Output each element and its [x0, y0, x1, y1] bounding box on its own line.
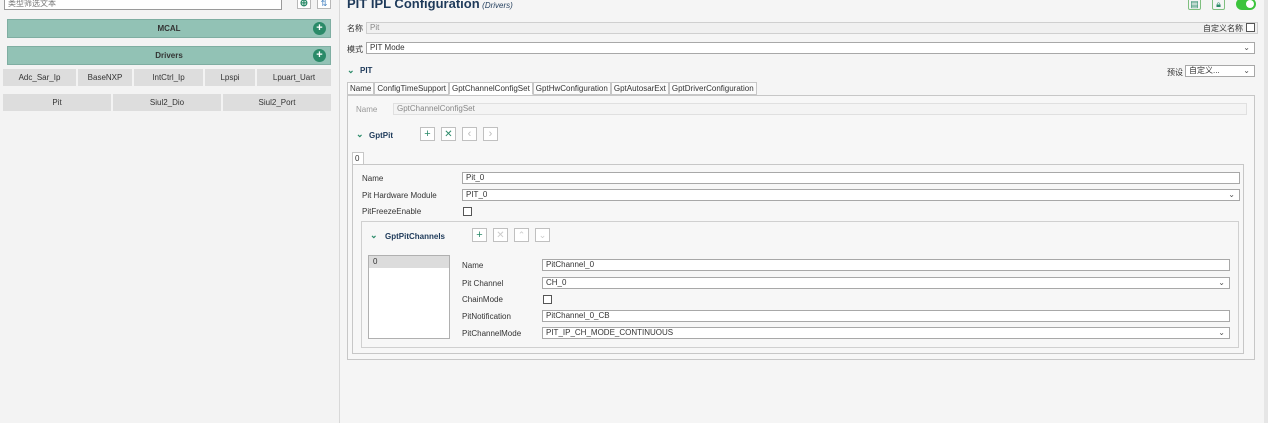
hw-module-value: PIT_0 [466, 190, 488, 199]
delete-icon[interactable]: ✕ [441, 127, 456, 141]
mode-label: 模式 [347, 45, 363, 54]
add-icon[interactable]: + [472, 228, 487, 242]
group-drivers-label: Drivers [155, 51, 183, 60]
chevron-down-icon: ⌄ [1218, 328, 1225, 337]
driver-item[interactable]: Adc_Sar_Ip [2, 68, 77, 87]
chain-mode-label: ChainMode [462, 295, 503, 304]
notification-field[interactable]: PitChannel_0_CB [542, 310, 1230, 322]
tab-gpt-channel-config-set[interactable]: GptChannelConfigSet [448, 82, 533, 95]
mode-select-value: PIT Mode [370, 43, 405, 52]
channel-mode-select[interactable]: PIT_IP_CH_MODE_CONTINUOUS ⌄ [542, 327, 1230, 339]
page-title-row: PIT IPL Configuration (Drivers) [347, 0, 513, 11]
next-icon[interactable]: › [483, 127, 498, 141]
section-pit-label: PIT [360, 66, 373, 75]
document-icon[interactable]: ▤ [1188, 0, 1201, 10]
left-panel: 类型筛选文本 ⊕ ⇅ MCAL + Drivers + Adc_Sar_Ip B… [0, 0, 340, 423]
driver-item[interactable]: Pit [2, 93, 112, 112]
chevron-down-icon: ⌄ [1243, 43, 1250, 52]
notification-label: PitNotification [462, 312, 511, 321]
tab-config-time-support[interactable]: ConfigTimeSupport [374, 82, 449, 95]
name-label: 名称 [347, 24, 363, 33]
channel-mode-label: PitChannelMode [462, 329, 522, 338]
toggle-knob [1246, 0, 1254, 8]
tab-gpt-driver-configuration[interactable]: GptDriverConfiguration [668, 82, 757, 95]
move-down-icon[interactable]: ⌄ [535, 228, 550, 242]
drivers-row-2: Pit Siul2_Dio Siul2_Port [2, 93, 332, 112]
type-filter-input[interactable]: 类型筛选文本 [4, 0, 282, 10]
page-title: PIT IPL Configuration [347, 0, 480, 11]
chevron-down-icon[interactable]: ⌄ [356, 129, 364, 140]
gptpitchannels-panel: ⌄ GptPitChannels + ✕ ⌃ ⌄ 0 Name PitChann… [361, 221, 1239, 348]
chevron-down-icon: ⌄ [1228, 190, 1235, 199]
tab-bar: Name ConfigTimeSupport GptChannelConfigS… [347, 82, 757, 95]
gptpit-item-panel: Name Pit_0 Pit Hardware Module PIT_0 ⌄ P… [352, 164, 1244, 354]
channel-list[interactable]: 0 [368, 255, 450, 339]
chevron-down-icon[interactable]: ⌄ [347, 65, 355, 76]
add-drivers-icon[interactable]: + [313, 49, 326, 62]
driver-item[interactable]: BaseNXP [77, 68, 133, 87]
pit-channel-value: CH_0 [546, 278, 567, 287]
hw-module-select[interactable]: PIT_0 ⌄ [462, 189, 1240, 201]
driver-item[interactable]: Siul2_Port [222, 93, 332, 112]
page-subtitle: (Drivers) [482, 1, 513, 10]
group-mcal-label: MCAL [157, 24, 181, 33]
list-item[interactable]: 0 [369, 256, 449, 268]
group-drivers[interactable]: Drivers + [7, 46, 331, 65]
enable-toggle[interactable] [1236, 0, 1256, 10]
set-name-label: Name [356, 105, 378, 114]
gptpitchannels-label: GptPitChannels [385, 232, 446, 241]
add-icon-button[interactable]: ⊕ [297, 0, 311, 9]
tab-content: Name GptChannelConfigSet ⌄ GptPit + ✕ ‹ … [347, 95, 1255, 360]
freeze-enable-label: PitFreezeEnable [362, 207, 422, 216]
chevron-down-icon: ⌄ [1243, 66, 1250, 75]
freeze-enable-checkbox[interactable] [463, 207, 472, 216]
channel-name-label: Name [462, 261, 484, 270]
drivers-row-1: Adc_Sar_Ip BaseNXP IntCtrl_Ip Lpspi Lpua… [2, 68, 332, 87]
pit-name-label: Name [362, 174, 384, 183]
preset-select-value: 自定义... [1189, 66, 1220, 75]
name-field[interactable]: Pit [366, 22, 1258, 34]
pit-name-field[interactable]: Pit_0 [462, 172, 1240, 184]
tab-gpt-hw-configuration[interactable]: GptHwConfiguration [532, 82, 611, 95]
driver-item[interactable]: Lpuart_Uart [256, 68, 332, 87]
hw-module-label: Pit Hardware Module [362, 191, 437, 200]
chain-mode-checkbox[interactable] [543, 295, 552, 304]
delete-icon[interactable]: ✕ [493, 228, 508, 242]
custom-name-checkbox[interactable] [1246, 23, 1255, 32]
custom-name-label: 自定义名称 [1203, 24, 1243, 33]
pit-channel-label: Pit Channel [462, 279, 504, 288]
set-name-field[interactable]: GptChannelConfigSet [393, 103, 1247, 115]
pit-channel-select[interactable]: CH_0 ⌄ [542, 277, 1230, 289]
gptpit-section-label: GptPit [369, 131, 393, 140]
tab-gpt-autosar-ext[interactable]: GptAutosarExt [610, 82, 669, 95]
chevron-down-icon[interactable]: ⌄ [370, 230, 378, 241]
channel-mode-value: PIT_IP_CH_MODE_CONTINUOUS [546, 328, 674, 337]
tab-name[interactable]: Name [347, 82, 375, 95]
previous-icon[interactable]: ‹ [462, 127, 477, 141]
add-mcal-icon[interactable]: + [313, 22, 326, 35]
move-up-icon[interactable]: ⌃ [514, 228, 529, 242]
lock-icon[interactable]: 🔒︎ [1212, 0, 1225, 10]
add-icon[interactable]: + [420, 127, 435, 141]
driver-item[interactable]: Lpspi [204, 68, 256, 87]
mode-select[interactable]: PIT Mode ⌄ [366, 42, 1255, 54]
channel-name-field[interactable]: PitChannel_0 [542, 259, 1230, 271]
sort-icon-button[interactable]: ⇅ [317, 0, 331, 9]
scrollbar[interactable] [1264, 0, 1268, 423]
group-mcal[interactable]: MCAL + [7, 19, 331, 38]
driver-item[interactable]: IntCtrl_Ip [133, 68, 204, 87]
preset-label: 预设 [1167, 68, 1183, 77]
driver-item[interactable]: Siul2_Dio [112, 93, 222, 112]
preset-select[interactable]: 自定义... ⌄ [1185, 65, 1255, 77]
chevron-down-icon: ⌄ [1218, 278, 1225, 287]
